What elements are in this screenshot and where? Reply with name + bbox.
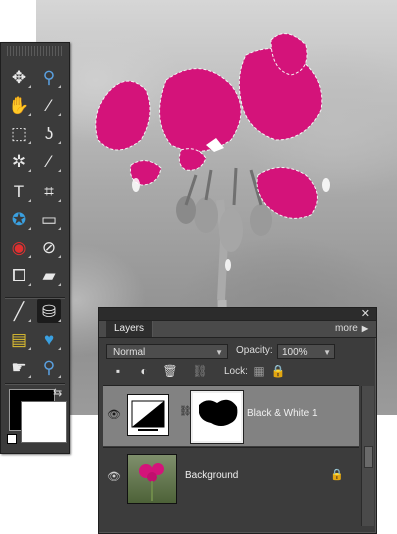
- cookie-cutter-tool-icon[interactable]: ✪: [7, 207, 31, 231]
- lock-transparent-icon[interactable]: ▦: [252, 364, 266, 378]
- blend-mode-select[interactable]: Normal ▼: [106, 344, 228, 359]
- lock-all-icon[interactable]: 🔒: [271, 364, 286, 378]
- tool-options-indicator-icon: [28, 85, 31, 88]
- eyedropper-tool-icon[interactable]: ⁄: [37, 93, 61, 117]
- paint-bucket-tool-icon[interactable]: ⛁: [37, 299, 61, 323]
- tool-options-indicator-icon: [58, 375, 61, 378]
- toolbox-grip[interactable]: [7, 46, 63, 56]
- layer-row-black-white[interactable]: 👁 ⛓ Black & White 1: [103, 385, 359, 446]
- tool-options-indicator-icon: [58, 283, 61, 286]
- scrollbar-thumb[interactable]: [364, 446, 373, 468]
- move-tool-icon[interactable]: ✥: [7, 65, 31, 89]
- tool-options-indicator-icon: [28, 255, 31, 258]
- type-tool-icon[interactable]: T: [7, 179, 31, 203]
- layers-panel: ✕ Layers more ▶ Normal ▼ Opacity: 100% ▼ ▪ …: [98, 307, 377, 534]
- tool-options-indicator-icon: [58, 113, 61, 116]
- blend-mode-value: Normal: [113, 347, 146, 358]
- lock-icon: 🔒: [330, 469, 344, 481]
- layer-row-background[interactable]: 👁 Background 🔒: [103, 447, 359, 508]
- tool-options-indicator-icon: [58, 85, 61, 88]
- swap-colors-icon[interactable]: ⇆: [53, 386, 62, 399]
- tab-layers[interactable]: Layers: [106, 321, 154, 337]
- flower-thumbnail-icon: [139, 463, 164, 501]
- layers-scrollbar[interactable]: [361, 386, 374, 526]
- panel-tab-row: Layers more ▶: [99, 320, 376, 338]
- eye-icon[interactable]: 👁: [107, 408, 121, 421]
- straighten-tool-icon[interactable]: ▭: [37, 207, 61, 231]
- crop-tool-icon[interactable]: ⌗: [37, 179, 61, 203]
- opacity-label: Opacity:: [236, 345, 273, 356]
- background-color-swatch[interactable]: [21, 401, 67, 443]
- tool-options-indicator-icon: [58, 141, 61, 144]
- tool-options-indicator-icon: [28, 283, 31, 286]
- toolbox-divider: [5, 297, 65, 299]
- layer-name[interactable]: Background: [185, 470, 238, 481]
- lock-label: Lock:: [224, 366, 248, 377]
- chevron-right-icon: ▶: [361, 324, 368, 333]
- sponge-tool-icon[interactable]: ⚲: [37, 355, 61, 379]
- panel-title-bar[interactable]: ✕: [99, 308, 376, 320]
- magic-wand-tool-icon[interactable]: ✲: [7, 149, 31, 173]
- opacity-field[interactable]: 100% ▼: [277, 344, 335, 359]
- more-menu-button[interactable]: more ▶: [335, 321, 368, 337]
- tool-options-indicator-icon: [28, 169, 31, 172]
- tool-options-indicator-icon: [58, 255, 61, 258]
- trash-icon[interactable]: 🗑: [162, 364, 177, 378]
- tool-options-indicator-icon: [58, 227, 61, 230]
- link-layers-icon[interactable]: ⛓: [192, 364, 207, 378]
- tool-options-indicator-icon: [28, 227, 31, 230]
- chevron-down-icon: ▼: [323, 348, 331, 357]
- shape-tool-icon[interactable]: ♥: [37, 327, 61, 351]
- tool-options-indicator-icon: [28, 141, 31, 144]
- new-layer-icon[interactable]: ▪: [111, 364, 125, 378]
- eye-icon[interactable]: 👁: [107, 470, 121, 483]
- tool-options-indicator-icon: [28, 199, 31, 202]
- opacity-value: 100%: [282, 347, 308, 358]
- tool-options-indicator-icon: [58, 199, 61, 202]
- background-thumbnail: [127, 454, 177, 504]
- brush-tool-icon[interactable]: ╱: [7, 299, 31, 323]
- selection-brush-tool-icon[interactable]: ⁄: [37, 149, 61, 173]
- tool-options-indicator-icon: [28, 347, 31, 350]
- tool-options-indicator-icon: [58, 169, 61, 172]
- hand-tool-icon[interactable]: ✋: [7, 93, 31, 117]
- tool-options-indicator-icon: [28, 113, 31, 116]
- spot-healing-tool-icon[interactable]: ⊘: [37, 235, 61, 259]
- lasso-tool-icon[interactable]: ʖ: [37, 121, 61, 145]
- adjustment-layer-icon[interactable]: ◐: [137, 364, 151, 378]
- mask-shape-icon: [199, 399, 238, 426]
- eraser-tool-icon[interactable]: ▰: [37, 263, 61, 287]
- close-icon[interactable]: ✕: [361, 307, 370, 320]
- bw-adjustment-icon: [131, 400, 165, 431]
- tool-options-indicator-icon: [28, 375, 31, 378]
- layer-mask-thumbnail[interactable]: [191, 391, 243, 443]
- more-label: more: [335, 323, 358, 334]
- red-eye-tool-icon[interactable]: ◉: [7, 235, 31, 259]
- default-colors-icon[interactable]: [7, 434, 17, 444]
- chevron-down-icon: ▼: [215, 348, 223, 357]
- gradient-tool-icon[interactable]: ▤: [7, 327, 31, 351]
- mask-link-icon[interactable]: ⛓: [179, 406, 192, 417]
- tool-options-indicator-icon: [28, 319, 31, 322]
- toolbox-panel: ✥ ⚲ ✋ ⁄ ⬚ ʖ ✲ ⁄ T ⌗ ✪ ▭ ◉ ⊘ ⧠ ▰ ╱ ⛁ ▤ ♥ ☛ ⚲ ⇆: [0, 42, 70, 454]
- adjustment-thumbnail-icon: [127, 394, 169, 436]
- layer-name[interactable]: Black & White 1: [247, 408, 318, 419]
- toolbox-divider: [5, 383, 65, 385]
- smudge-tool-icon[interactable]: ☛: [7, 355, 31, 379]
- zoom-tool-icon[interactable]: ⚲: [37, 65, 61, 89]
- clone-stamp-tool-icon[interactable]: ⧠: [7, 263, 31, 287]
- tool-options-indicator-icon: [58, 347, 61, 350]
- marquee-tool-icon[interactable]: ⬚: [7, 121, 31, 145]
- tool-options-indicator-icon: [58, 319, 61, 322]
